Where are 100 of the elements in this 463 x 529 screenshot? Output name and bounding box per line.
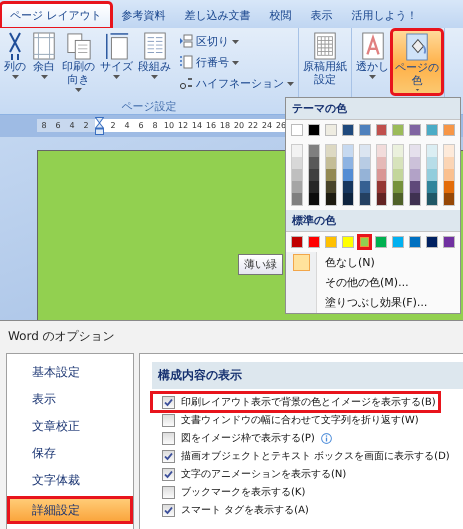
color-swatch[interactable] xyxy=(342,181,353,193)
color-swatch[interactable] xyxy=(376,145,386,157)
checkbox[interactable] xyxy=(162,396,175,408)
color-swatch[interactable] xyxy=(376,181,386,193)
color-swatch[interactable] xyxy=(308,157,319,169)
color-swatch[interactable] xyxy=(292,181,302,193)
info-icon[interactable] xyxy=(320,432,332,444)
color-swatch[interactable] xyxy=(326,145,336,157)
menu-item[interactable]: 塗りつぶし効果(F)... xyxy=(317,295,428,310)
color-swatch[interactable] xyxy=(358,124,371,136)
nav-item[interactable]: 基本設定 xyxy=(9,363,131,381)
color-swatch[interactable] xyxy=(326,193,336,205)
color-swatch[interactable] xyxy=(358,236,370,248)
color-swatch[interactable] xyxy=(326,181,336,193)
nav-item[interactable]: 保存 xyxy=(9,444,131,462)
color-swatch[interactable] xyxy=(409,124,422,136)
color-swatch[interactable] xyxy=(308,193,319,205)
nav-item[interactable]: 詳細設定 xyxy=(9,498,131,522)
color-swatch[interactable] xyxy=(376,169,386,181)
color-swatch[interactable] xyxy=(326,169,336,181)
color-swatch[interactable] xyxy=(291,124,303,136)
color-swatch[interactable] xyxy=(308,236,320,248)
color-swatch[interactable] xyxy=(308,124,320,136)
color-swatch[interactable] xyxy=(426,124,438,136)
color-swatch[interactable] xyxy=(427,169,438,181)
ribbon-tab[interactable]: 表示 xyxy=(302,4,340,28)
checkbox[interactable] xyxy=(162,504,175,516)
color-swatch[interactable] xyxy=(444,181,454,193)
checkbox[interactable] xyxy=(162,432,175,444)
color-swatch[interactable] xyxy=(410,169,420,181)
color-swatch[interactable] xyxy=(360,193,370,205)
color-swatch[interactable] xyxy=(324,236,337,248)
color-swatch[interactable] xyxy=(444,145,454,157)
color-swatch[interactable] xyxy=(392,236,404,248)
color-swatch[interactable] xyxy=(292,145,302,157)
ribbon-tab[interactable]: 校閲 xyxy=(262,4,300,28)
indent-marker-icon[interactable] xyxy=(95,116,104,134)
color-swatch[interactable] xyxy=(393,193,404,205)
color-swatch[interactable] xyxy=(308,169,319,181)
ribbon-button[interactable]: 透かし xyxy=(354,30,391,94)
color-swatch[interactable] xyxy=(360,157,370,169)
ribbon-button[interactable]: 原稿用紙設定 xyxy=(301,30,349,94)
color-swatch[interactable] xyxy=(427,193,438,205)
color-swatch[interactable] xyxy=(427,157,438,169)
color-swatch[interactable] xyxy=(410,145,420,157)
color-swatch[interactable] xyxy=(342,145,353,157)
ribbon-button[interactable]: 印刷の向き xyxy=(60,30,97,94)
color-swatch[interactable] xyxy=(443,236,455,248)
ribbon-tab[interactable]: 参考資料 xyxy=(114,4,174,28)
color-swatch[interactable] xyxy=(409,236,422,248)
color-swatch[interactable] xyxy=(393,169,404,181)
color-swatch[interactable] xyxy=(375,236,388,248)
color-swatch[interactable] xyxy=(427,181,438,193)
color-swatch[interactable] xyxy=(426,236,438,248)
ribbon-button[interactable]: サイズ xyxy=(98,30,135,94)
ribbon-button[interactable]: ハイフネーション xyxy=(177,74,296,92)
color-swatch[interactable] xyxy=(393,157,404,169)
menu-item[interactable]: 色なし(N) xyxy=(317,254,375,270)
color-swatch[interactable] xyxy=(292,157,302,169)
color-swatch[interactable] xyxy=(291,236,303,248)
ribbon-tab[interactable]: ページ レイアウト xyxy=(1,3,110,28)
ribbon-button[interactable]: 区切り xyxy=(177,32,296,50)
ribbon-button[interactable]: 列の xyxy=(2,30,28,94)
menu-item[interactable]: その他の色(M)... xyxy=(317,274,409,290)
color-swatch[interactable] xyxy=(393,145,404,157)
color-swatch[interactable] xyxy=(376,157,386,169)
color-swatch[interactable] xyxy=(342,169,353,181)
ribbon-button[interactable]: 段組み xyxy=(136,30,173,94)
color-swatch[interactable] xyxy=(324,124,337,136)
color-swatch[interactable] xyxy=(392,124,404,136)
color-swatch[interactable] xyxy=(376,124,388,136)
checkbox[interactable] xyxy=(162,486,175,498)
ribbon-button[interactable]: 行番号 xyxy=(177,53,296,71)
color-swatch[interactable] xyxy=(342,193,353,205)
color-swatch[interactable] xyxy=(360,181,370,193)
color-swatch[interactable] xyxy=(427,145,438,157)
color-swatch[interactable] xyxy=(308,145,319,157)
nav-item[interactable]: 表示 xyxy=(9,390,131,408)
color-swatch[interactable] xyxy=(342,236,354,248)
nav-item[interactable]: 文章校正 xyxy=(9,417,131,435)
color-swatch[interactable] xyxy=(292,169,302,181)
color-swatch[interactable] xyxy=(443,124,456,136)
ribbon-tab[interactable]: 活用しよう！ xyxy=(344,4,426,28)
ribbon-button[interactable]: 余白 xyxy=(29,30,59,94)
color-swatch[interactable] xyxy=(444,169,454,181)
checkbox[interactable] xyxy=(162,450,175,462)
color-swatch[interactable] xyxy=(360,169,370,181)
color-swatch[interactable] xyxy=(376,193,386,205)
ribbon-button[interactable]: ページの色 xyxy=(392,30,442,94)
color-swatch[interactable] xyxy=(342,157,353,169)
checkbox[interactable] xyxy=(162,414,175,426)
color-swatch[interactable] xyxy=(393,181,404,193)
color-swatch[interactable] xyxy=(444,193,454,205)
color-swatch[interactable] xyxy=(410,193,420,205)
color-swatch[interactable] xyxy=(308,181,319,193)
color-swatch[interactable] xyxy=(326,157,336,169)
color-swatch[interactable] xyxy=(292,193,302,205)
ribbon-tab[interactable]: 差し込み文書 xyxy=(176,4,258,28)
color-swatch[interactable] xyxy=(410,157,420,169)
color-swatch[interactable] xyxy=(410,181,420,193)
